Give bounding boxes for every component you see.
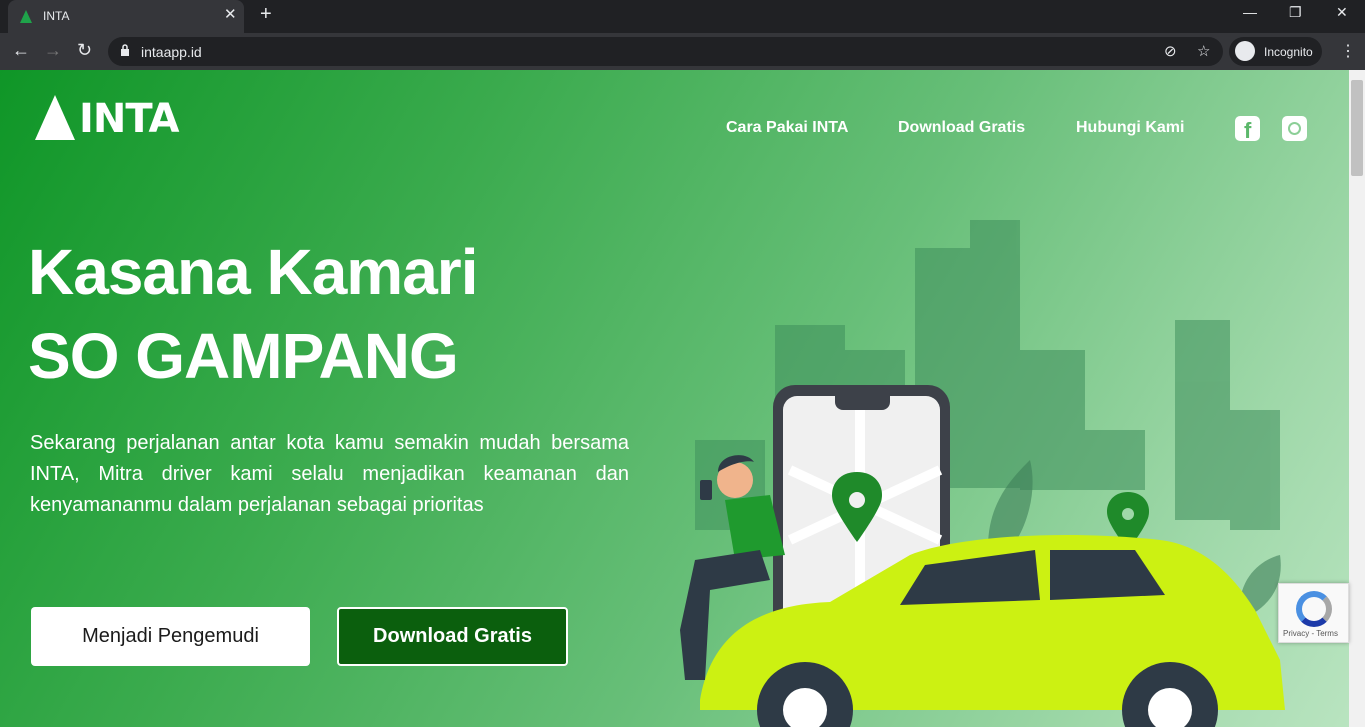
browser-toolbar: ← → ↻ intaapp.id ⊘ ☆ Incognito ⋮ — [0, 33, 1365, 70]
reload-icon[interactable]: ↻ — [77, 40, 92, 61]
logo-text: INTA — [79, 96, 179, 142]
hero-title-line2: SO GAMPANG — [28, 320, 459, 392]
facebook-icon[interactable]: f — [1235, 116, 1260, 143]
inta-favicon-icon — [20, 10, 32, 23]
eye-off-icon[interactable]: ⊘ — [1164, 42, 1177, 60]
browser-tab[interactable]: INTA ✕ — [8, 0, 244, 33]
new-tab-button[interactable]: + — [260, 3, 272, 26]
incognito-indicator[interactable]: Incognito — [1229, 37, 1322, 66]
instagram-icon[interactable] — [1282, 116, 1307, 141]
address-bar[interactable]: intaapp.id ⊘ ☆ — [108, 37, 1223, 66]
page-scrollbar[interactable] — [1349, 70, 1365, 727]
hero-description: Sekarang perjalanan antar kota kamu sema… — [30, 432, 629, 516]
inta-logo-icon — [35, 95, 75, 140]
browser-menu-icon[interactable]: ⋮ — [1340, 41, 1356, 61]
incognito-icon — [1235, 41, 1255, 61]
back-icon[interactable]: ← — [12, 40, 30, 61]
site-logo[interactable]: INTA — [35, 95, 179, 142]
minimize-button[interactable]: — — [1243, 4, 1257, 20]
nav-link-cara-pakai[interactable]: Cara Pakai INTA — [726, 119, 848, 137]
maximize-button[interactable]: ❐ — [1289, 4, 1302, 21]
download-free-button[interactable]: Download Gratis — [337, 607, 568, 666]
scrollbar-thumb[interactable] — [1351, 80, 1363, 176]
recaptcha-badge[interactable]: Privacy - Terms — [1278, 583, 1349, 643]
close-tab-icon[interactable]: ✕ — [224, 5, 237, 23]
hero-title-line1: Kasana Kamari — [28, 236, 478, 308]
incognito-label: Incognito — [1264, 45, 1313, 59]
tab-title: INTA — [43, 9, 70, 23]
recaptcha-icon — [1296, 591, 1332, 627]
become-driver-button[interactable]: Menjadi Pengemudi — [31, 607, 310, 666]
forward-icon[interactable]: → — [44, 40, 62, 61]
window-close-button[interactable]: ✕ — [1336, 4, 1348, 21]
lock-icon — [121, 44, 129, 56]
recaptcha-privacy-terms[interactable]: Privacy - Terms — [1283, 629, 1338, 638]
tab-strip: INTA ✕ + — ❐ ✕ — [0, 0, 1365, 33]
landing-page: INTA Cara Pakai INTA Download Gratis Hub… — [0, 70, 1349, 727]
bookmark-star-icon[interactable]: ☆ — [1197, 42, 1210, 60]
hero-illustration — [680, 220, 1285, 727]
nav-link-hubungi[interactable]: Hubungi Kami — [1076, 119, 1184, 137]
nav-link-download[interactable]: Download Gratis — [898, 119, 1025, 137]
url-text: intaapp.id — [141, 44, 202, 60]
hero-title: Kasana Kamari SO GAMPANG — [28, 230, 648, 398]
